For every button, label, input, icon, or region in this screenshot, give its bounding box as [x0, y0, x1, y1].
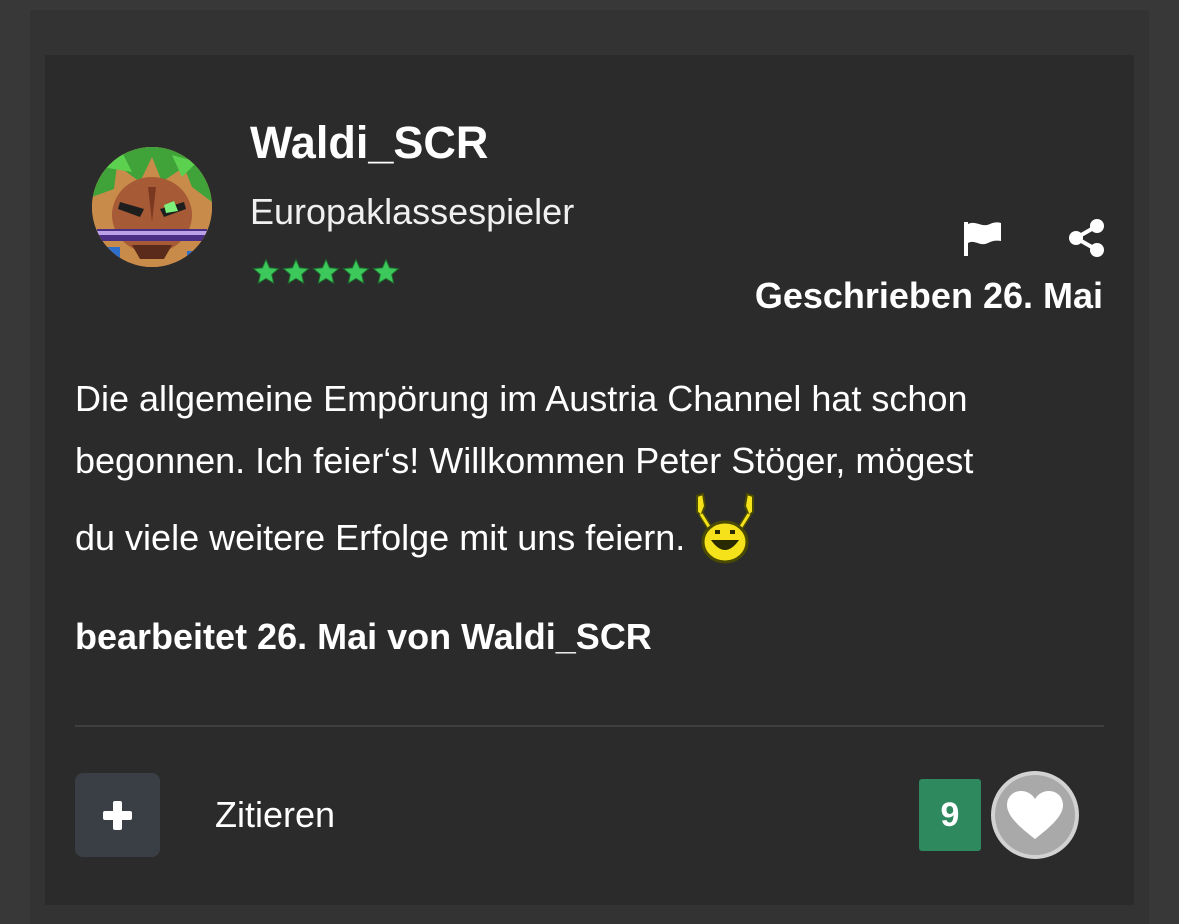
reaction-count-badge[interactable]: 9	[919, 779, 981, 851]
post-text-line-3: du viele weitere Erfolge mit uns feiern.	[75, 517, 686, 558]
post-text-line: begonnen. Ich feier‘s! Willkommen Peter …	[75, 430, 1095, 492]
share-icon[interactable]	[1068, 218, 1106, 258]
heart-icon	[1007, 791, 1063, 839]
author-name[interactable]: Waldi_SCR	[250, 116, 488, 170]
plus-icon	[103, 801, 132, 830]
star-icon	[252, 258, 280, 285]
quote-button[interactable]: Zitieren	[215, 792, 335, 838]
star-icon	[342, 258, 370, 285]
post-date[interactable]: Geschrieben 26. Mai	[755, 272, 1103, 320]
star-icon	[312, 258, 340, 285]
avatar-image	[92, 147, 212, 267]
star-icon	[282, 258, 310, 285]
footer-divider	[75, 725, 1104, 727]
rating-stars	[251, 256, 401, 288]
author-rank: Europaklassespieler	[250, 191, 575, 232]
like-button[interactable]	[991, 771, 1079, 859]
post-content: Die allgemeine Empörung im Austria Chann…	[75, 368, 1095, 587]
edited-note: bearbeitet 26. Mai von Waldi_SCR	[75, 616, 652, 657]
post-text-line: du viele weitere Erfolge mit uns feiern.	[75, 492, 1095, 587]
post-text-line: Die allgemeine Empörung im Austria Chann…	[75, 378, 968, 419]
flag-icon[interactable]	[962, 220, 1002, 256]
multiquote-button[interactable]	[75, 773, 160, 857]
star-icon	[372, 258, 400, 285]
post-text-line-2: begonnen. Ich feier‘s! Willkommen Peter …	[75, 440, 974, 481]
cheering-smiley-icon	[691, 492, 759, 587]
author-avatar[interactable]	[92, 147, 212, 267]
